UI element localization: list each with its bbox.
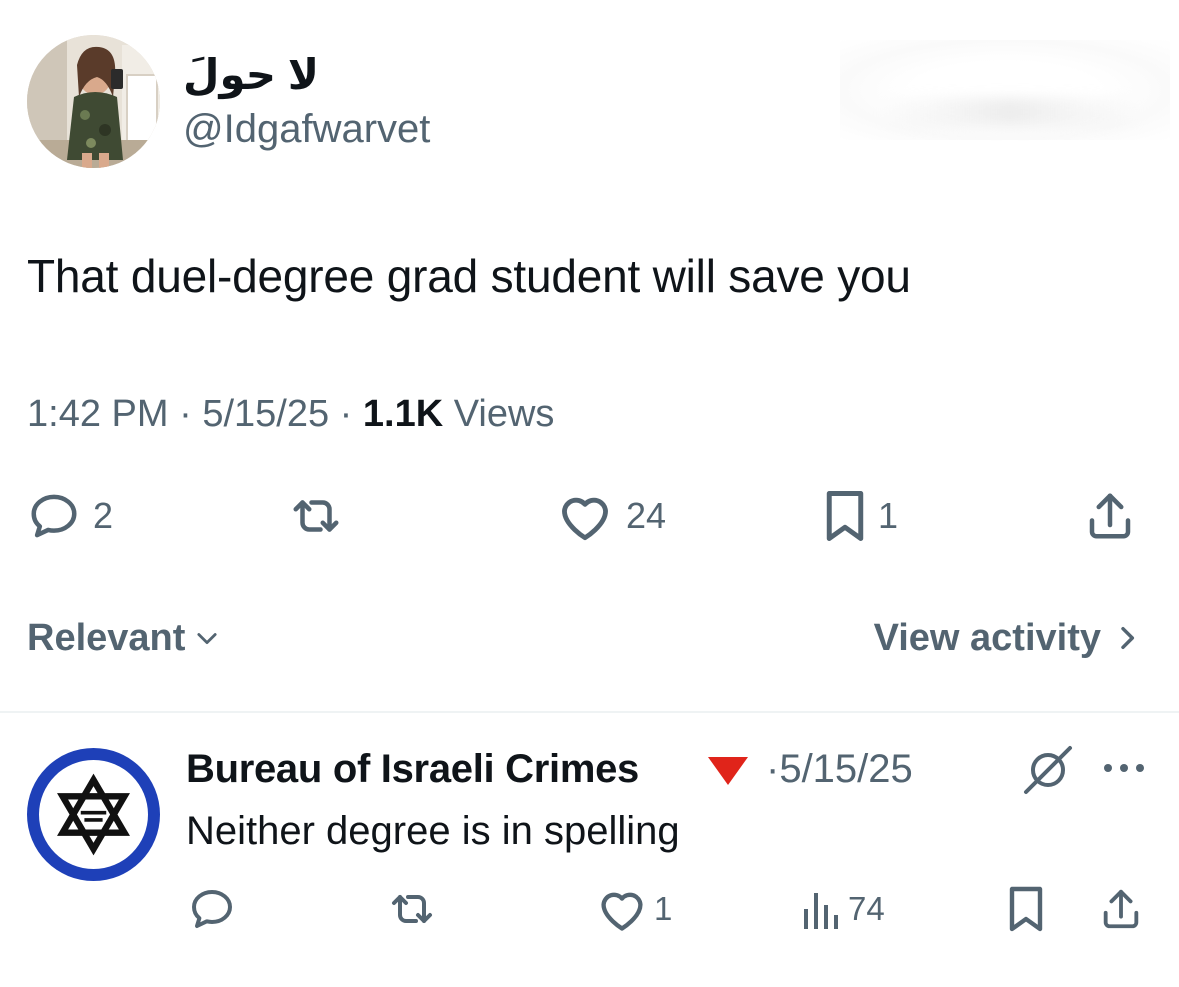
share-button[interactable] bbox=[1083, 488, 1137, 544]
reply-views-count: 74 bbox=[848, 890, 885, 927]
reply-like-button[interactable]: 1 bbox=[596, 884, 672, 934]
reply-date[interactable]: ·5/15/25 bbox=[766, 744, 913, 794]
retweet-button[interactable] bbox=[285, 488, 347, 544]
bookmark-count: 1 bbox=[878, 495, 899, 536]
retweet-icon bbox=[285, 489, 347, 543]
bookmark-icon bbox=[1007, 885, 1045, 933]
comment-icon bbox=[188, 885, 236, 933]
share-icon bbox=[1083, 489, 1137, 543]
reply-author-avatar[interactable] bbox=[27, 748, 160, 881]
view-activity-label: View activity bbox=[873, 617, 1101, 659]
bookmark-icon bbox=[824, 489, 866, 543]
reply-bookmark-button[interactable] bbox=[1007, 884, 1045, 934]
retweet-icon bbox=[384, 885, 440, 933]
tweet-date[interactable]: 5/15/25 bbox=[202, 393, 329, 435]
tweet-time[interactable]: 1:42 PM bbox=[27, 393, 169, 435]
bookmark-button[interactable]: 1 bbox=[824, 488, 898, 544]
reply-button[interactable]: 2 bbox=[27, 488, 113, 544]
star-of-david-icon bbox=[48, 769, 139, 865]
author-handle[interactable]: @Idgafwarvet bbox=[183, 104, 430, 154]
heart-icon bbox=[596, 885, 648, 933]
tweet-meta: 1:42 PM · 5/15/25 · 1.1K Views bbox=[27, 390, 554, 438]
like-count: 24 bbox=[626, 495, 667, 536]
meta-separator: · bbox=[339, 393, 353, 435]
like-button[interactable]: 24 bbox=[556, 488, 666, 544]
grok-icon[interactable] bbox=[1020, 744, 1076, 801]
redaction-blur bbox=[840, 40, 1170, 140]
views-label: Views bbox=[453, 393, 555, 435]
reply-count: 2 bbox=[93, 495, 114, 536]
reply-like-count: 1 bbox=[654, 890, 673, 927]
views-icon bbox=[802, 887, 842, 931]
divider bbox=[0, 711, 1179, 713]
sort-label: Relevant bbox=[27, 617, 186, 659]
reply-retweet-button[interactable] bbox=[384, 884, 440, 934]
reply-reply-button[interactable] bbox=[188, 884, 236, 934]
reply-author-name[interactable]: Bureau of Israeli Crimes bbox=[186, 744, 639, 794]
views-count: 1.1K bbox=[362, 393, 444, 435]
reply-text: Neither degree is in spelling bbox=[186, 809, 680, 853]
comment-icon bbox=[27, 489, 81, 543]
meta-separator: · bbox=[179, 393, 192, 435]
sort-dropdown[interactable]: Relevant bbox=[27, 614, 221, 662]
share-icon bbox=[1098, 885, 1144, 933]
author-display-name[interactable]: لا حولَ bbox=[183, 50, 319, 100]
tweet-text: That duel-degree grad student will save … bbox=[27, 250, 911, 302]
chevron-down-icon bbox=[193, 624, 221, 652]
reply-views-button[interactable]: 74 bbox=[802, 884, 885, 934]
heart-icon bbox=[556, 489, 614, 543]
more-icon[interactable] bbox=[1100, 760, 1148, 781]
red-triangle-icon bbox=[706, 755, 750, 792]
reply-share-button[interactable] bbox=[1098, 884, 1144, 934]
view-activity-link[interactable]: View activity bbox=[874, 614, 1139, 662]
author-avatar[interactable] bbox=[27, 35, 160, 168]
chevron-right-icon bbox=[1115, 622, 1139, 654]
